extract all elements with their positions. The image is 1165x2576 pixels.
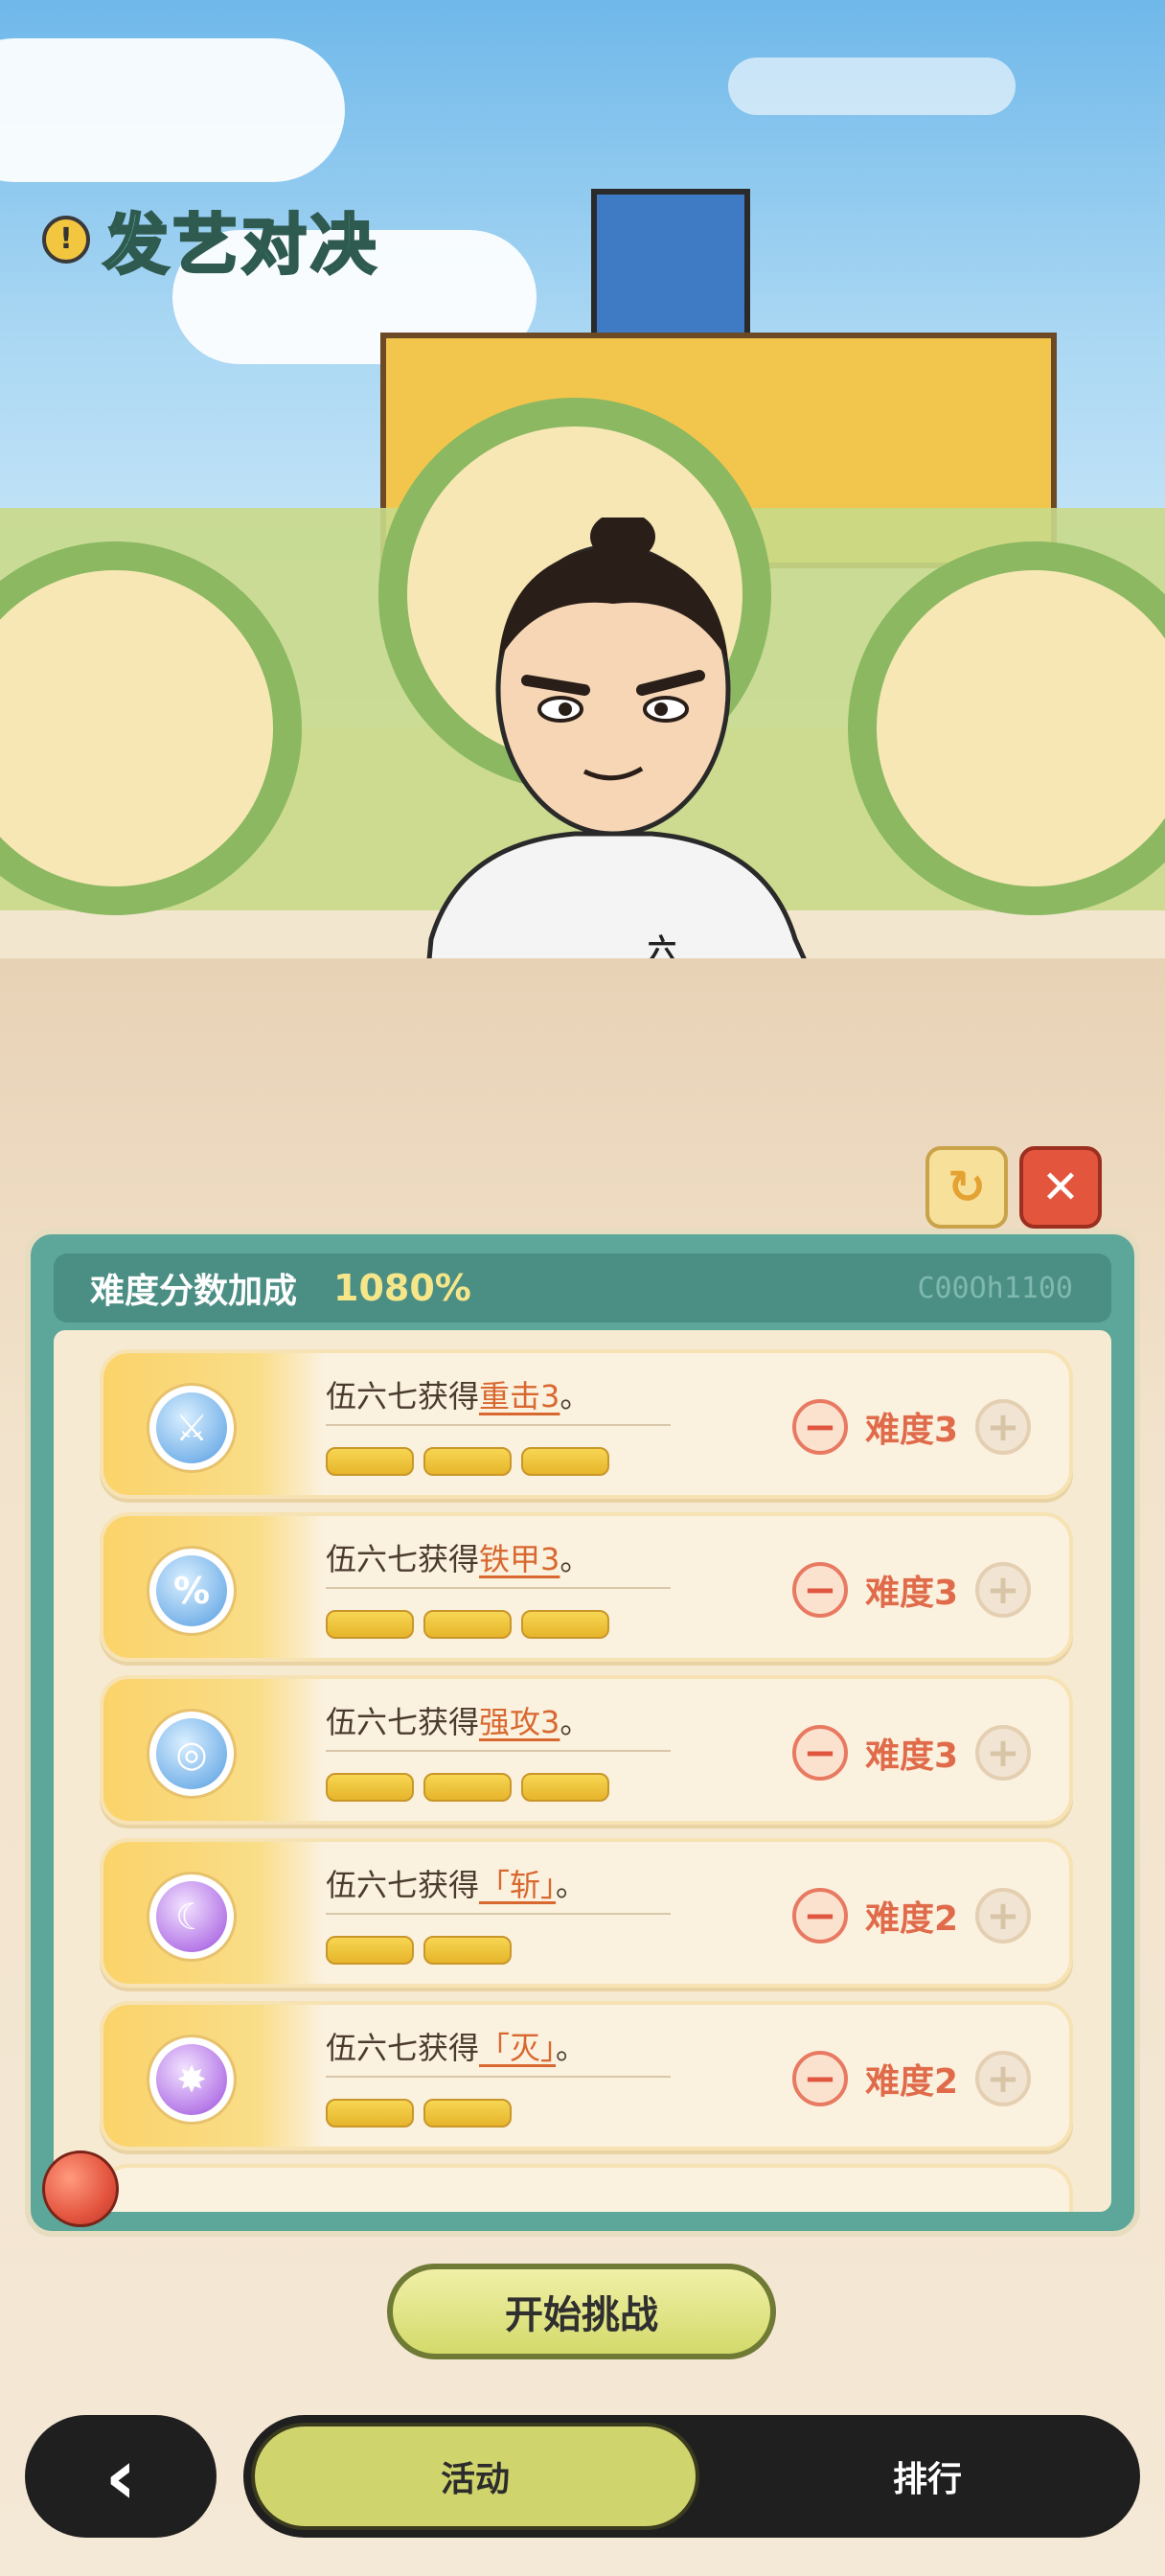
skill-name: 强攻3: [479, 1704, 560, 1740]
strike-icon: ◎: [149, 1712, 234, 1796]
divider: [326, 2076, 671, 2078]
pip: [521, 1447, 609, 1476]
increase-button[interactable]: +: [975, 1399, 1031, 1455]
tomato-icon: [42, 2150, 119, 2227]
pip: [326, 1773, 414, 1802]
tab-activity[interactable]: 活动: [251, 2423, 699, 2530]
panel-header: 难度分数加成 1080% C00Oh1100: [54, 1254, 1111, 1322]
difficulty-pips: [326, 1773, 619, 1802]
pip: [423, 1610, 512, 1639]
difficulty-controls: − 难度3 +: [791, 1399, 1031, 1455]
item-description: 伍六七获得强攻3。: [326, 1704, 591, 1740]
pip: [521, 1610, 609, 1639]
modifier-list[interactable]: ⚔ 伍六七获得重击3。 − 难度3 + % 伍六七获得铁甲3。 − 难度3 + …: [54, 1330, 1111, 2212]
list-item: ⚔ 伍六七获得重击3。 − 难度3 +: [100, 1349, 1073, 1499]
bonus-value: 1080%: [333, 1267, 471, 1309]
destroy-icon: ✸: [149, 2037, 234, 2122]
divider: [326, 1587, 671, 1589]
cloud: [728, 58, 1016, 115]
pip: [423, 1936, 512, 1965]
bonus-label: 难度分数加成: [90, 1272, 298, 1311]
decrease-button[interactable]: −: [791, 1399, 848, 1455]
decrease-button[interactable]: −: [791, 2051, 848, 2106]
close-icon: ✕: [1040, 1161, 1081, 1214]
start-challenge-button[interactable]: 开始挑战: [387, 2264, 776, 2359]
info-icon[interactable]: !: [42, 215, 90, 264]
difficulty-controls: − 难度2 +: [791, 2051, 1031, 2106]
next-item-peek: [100, 2164, 1073, 2212]
pip: [326, 1447, 414, 1476]
pip: [423, 2099, 512, 2128]
pip: [423, 1773, 512, 1802]
increase-button[interactable]: +: [975, 1725, 1031, 1781]
skill-name: 重击3: [479, 1378, 560, 1414]
skill-name: 铁甲3: [479, 1541, 560, 1577]
slash-icon: ☾: [149, 1874, 234, 1959]
refresh-button[interactable]: ↻: [925, 1146, 1008, 1229]
chevron-left-icon: ‹: [104, 2431, 137, 2521]
bottom-nav: 活动 排行: [243, 2415, 1140, 2538]
title-row: ! 发艺对决: [42, 192, 379, 287]
armor-icon: %: [149, 1549, 234, 1633]
pip: [326, 1610, 414, 1639]
back-button[interactable]: ‹: [25, 2415, 217, 2538]
list-item: ◎ 伍六七获得强攻3。 − 难度3 +: [100, 1675, 1073, 1825]
difficulty-label: 难度2: [864, 1899, 958, 1939]
skill-name: 「灭」: [479, 2030, 557, 2066]
item-description: 伍六七获得重击3。: [326, 1378, 591, 1414]
refresh-icon: ↻: [947, 1161, 987, 1214]
difficulty-pips: [326, 1610, 619, 1639]
skill-name: 「斩」: [479, 1867, 557, 1903]
difficulty-label: 难度3: [864, 1736, 958, 1776]
increase-button[interactable]: +: [975, 2051, 1031, 2106]
difficulty-label: 难度3: [864, 1574, 958, 1613]
divider: [326, 1424, 671, 1426]
tab-ranking[interactable]: 排行: [722, 2423, 1132, 2530]
item-description: 伍六七获得「灭」。: [326, 2030, 587, 2066]
decrease-button[interactable]: −: [791, 1725, 848, 1781]
divider: [326, 1750, 671, 1752]
difficulty-controls: − 难度3 +: [791, 1725, 1031, 1781]
item-description: 伍六七获得铁甲3。: [326, 1541, 591, 1577]
difficulty-pips: [326, 2099, 521, 2128]
list-item: ✸ 伍六七获得「灭」。 − 难度2 +: [100, 2001, 1073, 2150]
difficulty-label: 难度2: [864, 2062, 958, 2102]
difficulty-controls: − 难度2 +: [791, 1888, 1031, 1944]
pip: [326, 1936, 414, 1965]
sword-icon: ⚔: [149, 1386, 234, 1470]
difficulty-pips: [326, 1447, 619, 1476]
close-button[interactable]: ✕: [1019, 1146, 1102, 1229]
increase-button[interactable]: +: [975, 1888, 1031, 1944]
item-description: 伍六七获得「斩」。: [326, 1867, 587, 1903]
decrease-button[interactable]: −: [791, 1888, 848, 1944]
difficulty-pips: [326, 1936, 521, 1965]
pip: [521, 1773, 609, 1802]
panel-code: C00Oh1100: [917, 1271, 1073, 1305]
difficulty-panel: 难度分数加成 1080% C00Oh1100 ⚔ 伍六七获得重击3。 − 难度3…: [25, 1229, 1140, 2237]
difficulty-label: 难度3: [864, 1411, 958, 1450]
list-item: % 伍六七获得铁甲3。 − 难度3 +: [100, 1512, 1073, 1662]
page-title: 发艺对决: [102, 207, 380, 286]
list-item: ☾ 伍六七获得「斩」。 − 难度2 +: [100, 1838, 1073, 1988]
pip: [326, 2099, 414, 2128]
increase-button[interactable]: +: [975, 1562, 1031, 1618]
divider: [326, 1913, 671, 1915]
pip: [423, 1447, 512, 1476]
difficulty-controls: − 难度3 +: [791, 1562, 1031, 1618]
decrease-button[interactable]: −: [791, 1562, 848, 1618]
